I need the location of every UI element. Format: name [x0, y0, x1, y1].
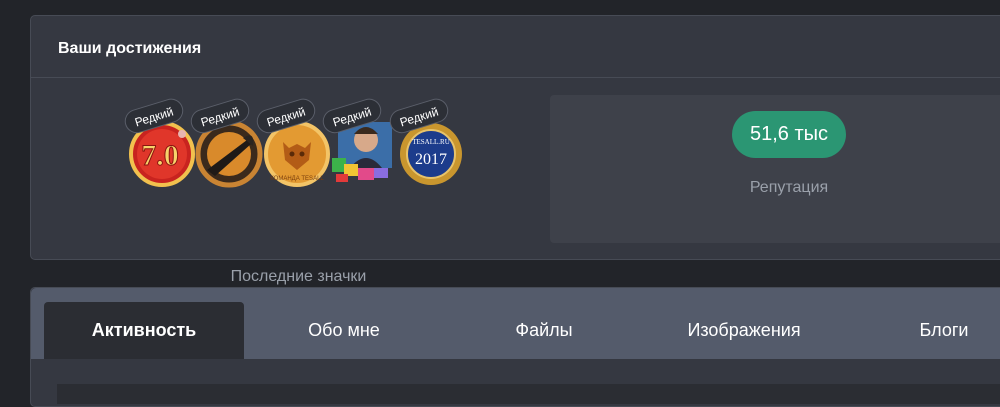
reputation-box: 51,6 тыс Репутация [550, 95, 1000, 243]
svg-text:TESALL.RU: TESALL.RU [412, 138, 450, 146]
reputation-label: Репутация [749, 179, 829, 196]
achievements-panel: Ваши достижения 7.0 Редкий Редкий КОМАНД… [30, 15, 1000, 285]
profile-tabs-panel: Активность Обо мне Файлы Изображения Бло… [30, 287, 1000, 407]
badge-7-0-text: 7.0 [141, 139, 179, 172]
tab-images[interactable]: Изображения [644, 302, 844, 359]
achievements-title: Ваши достижения [31, 16, 1000, 78]
tab-files[interactable]: Файлы [444, 302, 644, 359]
badges-caption: Последние значки [230, 268, 367, 285]
svg-text:2017: 2017 [415, 151, 447, 168]
tab-strip: Активность Обо мне Файлы Изображения Бло… [31, 288, 1000, 359]
reputation-value[interactable]: 51,6 тыс [732, 111, 846, 158]
recent-badges: 7.0 Редкий Редкий КОМАНДА TESALL Редкий … [31, 78, 551, 285]
badge-team-text: КОМАНДА TESALL [270, 176, 324, 182]
tab-about[interactable]: Обо мне [244, 302, 444, 359]
tab-activity[interactable]: Активность [44, 302, 244, 359]
tab-content-area [57, 384, 1000, 404]
tab-blogs[interactable]: Блоги [844, 302, 1000, 359]
